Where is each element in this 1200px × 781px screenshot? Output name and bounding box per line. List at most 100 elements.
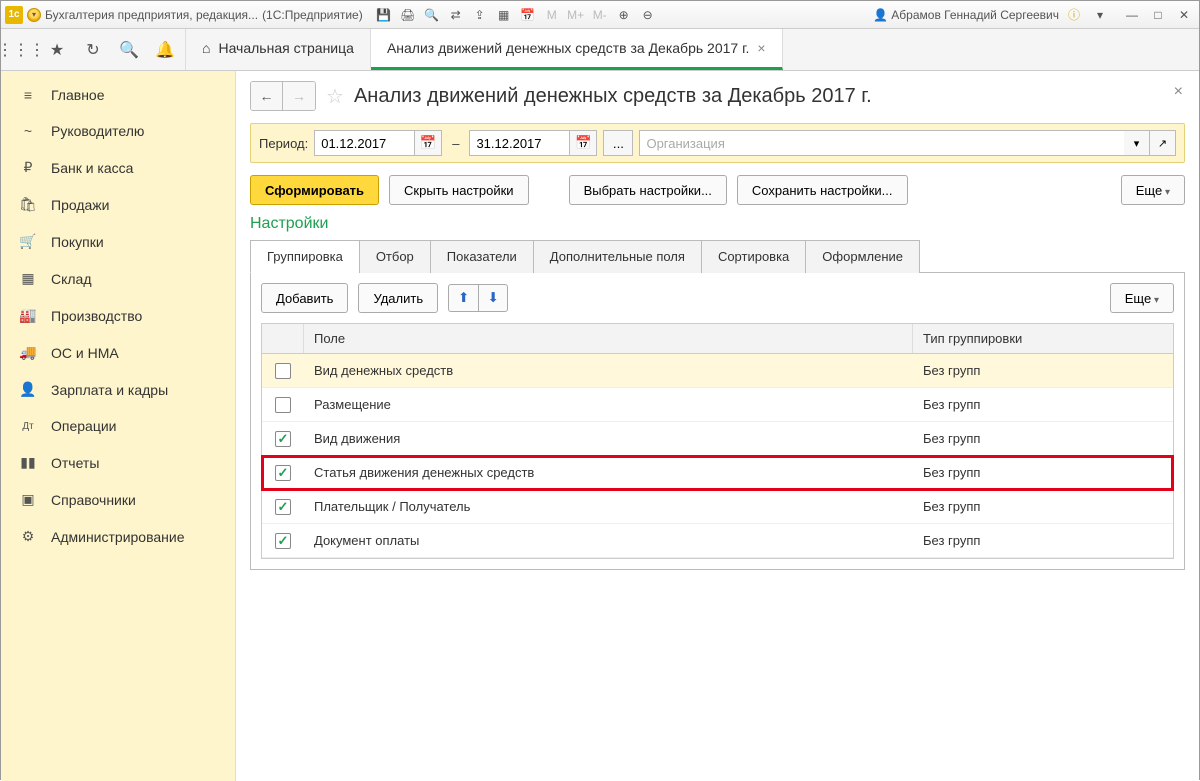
sidebar-item-sales[interactable]: 🛍Продажи — [1, 186, 235, 223]
grid-row[interactable]: ✓Плательщик / ПолучательБез групп — [262, 490, 1173, 524]
sidebar-item-main[interactable]: ≡Главное — [1, 77, 235, 113]
sidebar-item-assets[interactable]: 🚚ОС и НМА — [1, 334, 235, 371]
organization-dropdown-icon[interactable]: ▾ — [1124, 130, 1150, 156]
tab-sort[interactable]: Сортировка — [701, 240, 806, 273]
grid-row[interactable]: РазмещениеБез групп — [262, 388, 1173, 422]
maximize-button[interactable]: □ — [1147, 5, 1169, 25]
m-plus-icon[interactable]: M+ — [565, 5, 587, 25]
zoom-in-icon[interactable]: ⊕ — [613, 5, 635, 25]
tab-report[interactable]: Анализ движений денежных средств за Дека… — [371, 29, 783, 70]
minimize-button[interactable]: — — [1121, 5, 1143, 25]
report-title: Анализ движений денежных средств за Дека… — [354, 85, 872, 108]
choose-settings-button[interactable]: Выбрать настройки... — [569, 175, 727, 205]
favorite-star-icon[interactable]: ☆ — [326, 84, 344, 109]
add-row-button[interactable]: Добавить — [261, 283, 348, 313]
row-checkbox[interactable] — [275, 363, 291, 379]
date-from-calendar-icon[interactable]: 📅 — [414, 130, 442, 156]
settings-tabs: Группировка Отбор Показатели Дополнитель… — [250, 239, 1185, 273]
chart-icon: ~ — [19, 123, 37, 139]
sidebar-item-catalogs[interactable]: ▣Справочники — [1, 481, 235, 518]
move-up-button[interactable]: ⬆ — [448, 284, 478, 312]
sidebar-item-admin[interactable]: ⚙Администрирование — [1, 518, 235, 555]
info-dropdown-icon[interactable]: ▾ — [1089, 5, 1111, 25]
move-arrows: ⬆ ⬇ — [448, 284, 508, 312]
print-icon[interactable]: 🖨 — [397, 5, 419, 25]
date-from-field: 📅 — [314, 130, 442, 156]
gear-icon: ⚙ — [19, 528, 37, 545]
settings-section-title: Настройки — [250, 215, 1185, 233]
search-icon[interactable]: 🔍 — [117, 38, 141, 62]
grid-row[interactable]: Вид денежных средствБез групп — [262, 354, 1173, 388]
more-actions-button[interactable]: Еще — [1121, 175, 1185, 205]
truck-icon: 🚚 — [19, 344, 37, 361]
apps-grid-icon[interactable]: ⋮⋮⋮ — [9, 38, 33, 62]
date-to-calendar-icon[interactable]: 📅 — [569, 130, 597, 156]
row-field: Документ оплаты — [304, 527, 913, 554]
row-checkbox[interactable]: ✓ — [275, 431, 291, 447]
period-picker-button[interactable]: ... — [603, 130, 633, 156]
tab-grouping[interactable]: Группировка — [250, 240, 360, 273]
date-to-field: 📅 — [469, 130, 597, 156]
grid-row[interactable]: ✓Документ оплатыБез групп — [262, 524, 1173, 558]
section-sidebar: ≡Главное ~Руководителю ₽Банк и касса 🛍Пр… — [1, 71, 236, 781]
calendar-icon[interactable]: 📅 — [517, 5, 539, 25]
calculator-icon[interactable]: ▦ — [493, 5, 515, 25]
save-icon[interactable]: 💾 — [373, 5, 395, 25]
zoom-out-icon[interactable]: ⊖ — [637, 5, 659, 25]
tab-home[interactable]: ⌂ Начальная страница — [186, 29, 371, 70]
bag-icon: 🛍 — [19, 196, 37, 213]
organization-open-icon[interactable]: ↗ — [1150, 130, 1176, 156]
menu-icon: ≡ — [19, 87, 37, 103]
generate-button[interactable]: Сформировать — [250, 175, 379, 205]
factory-icon: 🏭 — [19, 307, 37, 324]
tab-filter[interactable]: Отбор — [359, 240, 431, 273]
delete-row-button[interactable]: Удалить — [358, 283, 438, 313]
tab-design[interactable]: Оформление — [805, 240, 920, 273]
info-icon[interactable]: ⓘ — [1063, 5, 1085, 25]
tab-extra-fields[interactable]: Дополнительные поля — [533, 240, 702, 273]
compare-icon[interactable]: ⇄ — [445, 5, 467, 25]
row-checkbox[interactable]: ✓ — [275, 533, 291, 549]
col-type-header: Тип группировки — [913, 324, 1173, 353]
close-tab-icon[interactable]: × — [757, 40, 765, 56]
close-window-button[interactable]: ✕ — [1173, 5, 1195, 25]
bars-icon: ▮▮ — [19, 454, 37, 471]
forward-button[interactable]: → — [283, 82, 315, 110]
history-icon[interactable]: ↻ — [81, 38, 105, 62]
organization-input[interactable] — [639, 130, 1124, 156]
hide-settings-button[interactable]: Скрыть настройки — [389, 175, 529, 205]
sidebar-item-production[interactable]: 🏭Производство — [1, 297, 235, 334]
preview-icon[interactable]: 🔍 — [421, 5, 443, 25]
grid-row[interactable]: ✓Вид движенияБез групп — [262, 422, 1173, 456]
grid-more-button[interactable]: Еще — [1110, 283, 1174, 313]
tab-indicators[interactable]: Показатели — [430, 240, 534, 273]
row-checkbox[interactable]: ✓ — [275, 465, 291, 481]
person-icon: 👤 — [19, 381, 37, 398]
move-down-button[interactable]: ⬇ — [478, 284, 508, 312]
sidebar-item-warehouse[interactable]: ▦Склад — [1, 260, 235, 297]
cart-icon: 🛒 — [19, 233, 37, 250]
grouping-grid: Поле Тип группировки Вид денежных средст… — [261, 323, 1174, 559]
current-user[interactable]: 👤 Абрамов Геннадий Сергеевич — [873, 8, 1059, 22]
period-filter-bar: Период: 📅 – 📅 ... ▾ ↗ — [250, 123, 1185, 163]
save-settings-button[interactable]: Сохранить настройки... — [737, 175, 908, 205]
export-icon[interactable]: ⇪ — [469, 5, 491, 25]
sidebar-item-purchases[interactable]: 🛒Покупки — [1, 223, 235, 260]
row-checkbox[interactable] — [275, 397, 291, 413]
close-page-button[interactable]: × — [1174, 83, 1183, 101]
back-button[interactable]: ← — [251, 82, 283, 110]
row-checkbox[interactable]: ✓ — [275, 499, 291, 515]
m-minus-icon[interactable]: M- — [589, 5, 611, 25]
app-menu-dropdown-icon[interactable]: ▾ — [27, 8, 41, 22]
date-from-input[interactable] — [314, 130, 414, 156]
favorites-star-icon[interactable]: ★ — [45, 38, 69, 62]
m-icon[interactable]: M — [541, 5, 563, 25]
sidebar-item-reports[interactable]: ▮▮Отчеты — [1, 444, 235, 481]
sidebar-item-operations[interactable]: ДтОперации — [1, 408, 235, 444]
sidebar-item-manager[interactable]: ~Руководителю — [1, 113, 235, 149]
sidebar-item-salary[interactable]: 👤Зарплата и кадры — [1, 371, 235, 408]
date-to-input[interactable] — [469, 130, 569, 156]
sidebar-item-bank[interactable]: ₽Банк и касса — [1, 149, 235, 186]
grid-row[interactable]: ✓Статья движения денежных средствБез гру… — [262, 456, 1173, 490]
notifications-bell-icon[interactable]: 🔔 — [153, 38, 177, 62]
